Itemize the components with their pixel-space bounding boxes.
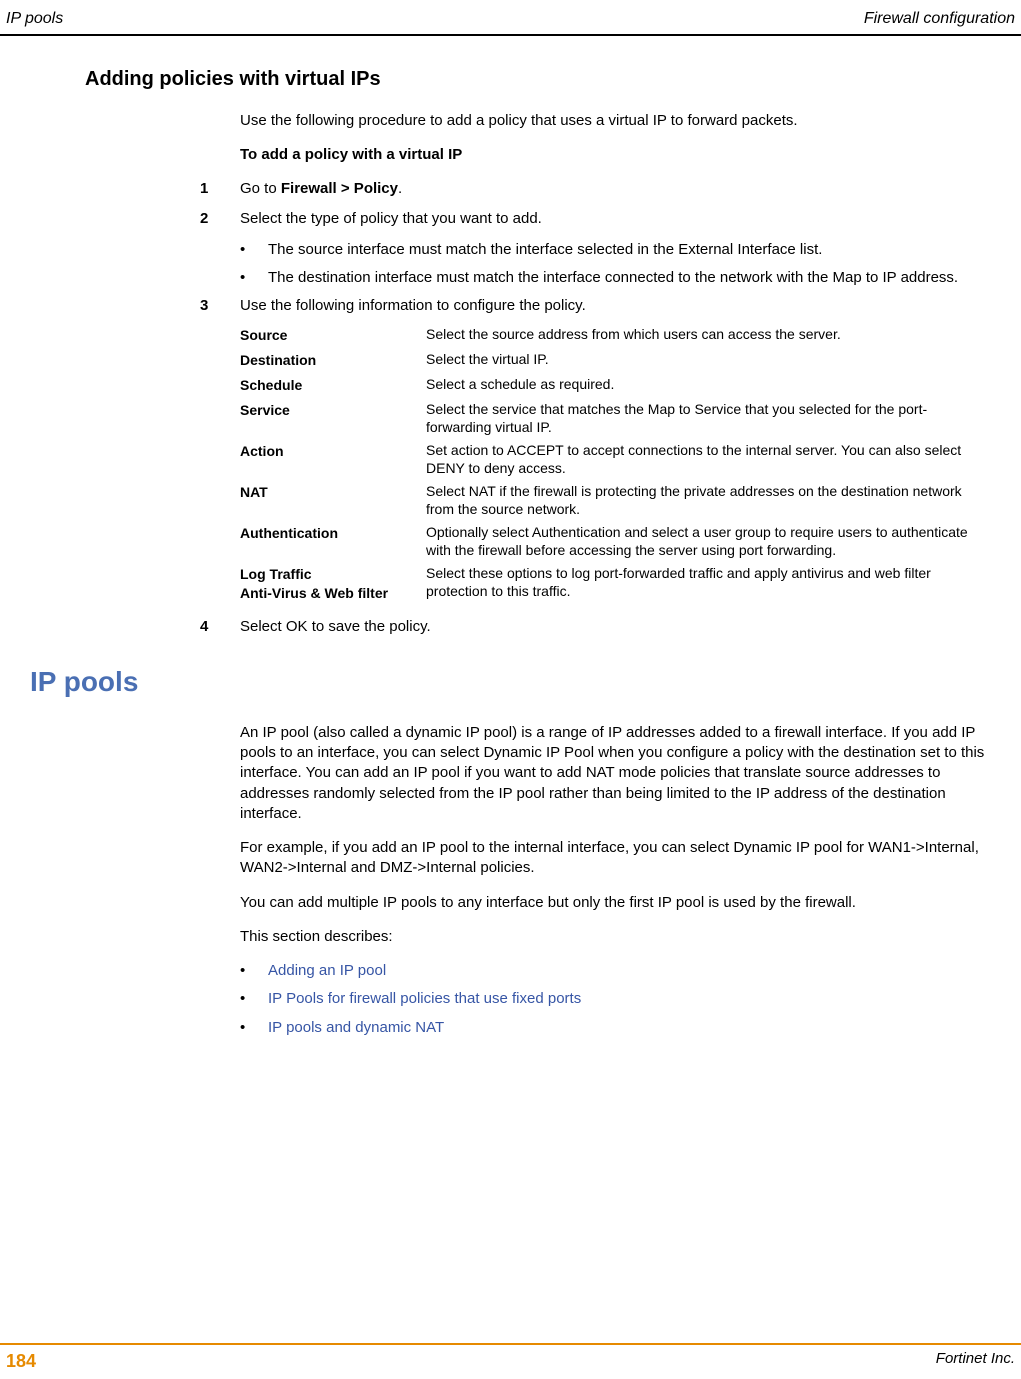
link-bullet: • Adding an IP pool [240, 961, 986, 981]
link-adding-ip-pool[interactable]: Adding an IP pool [268, 961, 386, 981]
term-log-av: Log Traffic Anti-Virus & Web filter [240, 565, 420, 603]
term-authentication: Authentication [240, 524, 420, 559]
procedure-title: To add a policy with a virtual IP [240, 145, 986, 165]
page-number: 184 [6, 1349, 36, 1373]
table-row: Log Traffic Anti-Virus & Web filter Sele… [240, 565, 986, 603]
desc: Select a schedule as required. [426, 376, 614, 395]
term-nat: NAT [240, 483, 420, 518]
term-schedule: Schedule [240, 376, 420, 395]
header-left: IP pools [6, 8, 63, 30]
term-destination: Destination [240, 351, 420, 370]
table-row: NAT Select NAT if the firewall is protec… [240, 483, 986, 518]
table-row: Schedule Select a schedule as required. [240, 376, 986, 395]
desc: Select the service that matches the Map … [426, 401, 986, 436]
bullet-dot: • [240, 961, 268, 981]
term-source: Source [240, 326, 420, 345]
bullet-text: The destination interface must match the… [268, 268, 958, 288]
desc: Select the virtual IP. [426, 351, 549, 370]
menu-path: Firewall > Policy [281, 180, 398, 197]
term-action: Action [240, 442, 420, 477]
bullet-dot: • [240, 1018, 268, 1038]
table-row: Destination Select the virtual IP. [240, 351, 986, 370]
desc: Set action to ACCEPT to accept connectio… [426, 442, 986, 477]
desc: Select these options to log port-forward… [426, 565, 986, 603]
footer-right: Fortinet Inc. [936, 1349, 1015, 1373]
step-number: 4 [200, 617, 240, 637]
bullet-dot: • [240, 240, 268, 260]
term-service: Service [240, 401, 420, 436]
definition-table: Source Select the source address from wh… [240, 326, 986, 602]
step-number: 2 [200, 209, 240, 229]
term-line: Log Traffic [240, 565, 420, 584]
intro-paragraph: Use the following procedure to add a pol… [240, 111, 986, 131]
bullet-dot: • [240, 989, 268, 1009]
page-content: Adding policies with virtual IPs Use the… [0, 36, 1021, 1038]
desc: Select NAT if the firewall is protecting… [426, 483, 986, 518]
desc: Optionally select Authentication and sel… [426, 524, 986, 559]
step-text: Select OK to save the policy. [240, 617, 431, 637]
link-ip-pools-dynamic-nat[interactable]: IP pools and dynamic NAT [268, 1018, 444, 1038]
page-footer: 184 Fortinet Inc. [0, 1343, 1021, 1373]
step-1: 1 Go to Firewall > Policy. [240, 179, 986, 199]
step-number: 1 [200, 179, 240, 199]
header-right: Firewall configuration [864, 8, 1015, 30]
step-text: Go to Firewall > Policy. [240, 179, 402, 199]
paragraph: This section describes: [240, 927, 986, 947]
section-heading-adding-policies: Adding policies with virtual IPs [85, 66, 991, 93]
bullet-dot: • [240, 268, 268, 288]
step-text: Use the following information to configu… [240, 296, 586, 316]
paragraph: For example, if you add an IP pool to th… [240, 838, 986, 879]
desc: Select the source address from which use… [426, 326, 841, 345]
paragraph: An IP pool (also called a dynamic IP poo… [240, 723, 986, 824]
step-number: 3 [200, 296, 240, 316]
link-bullet: • IP pools and dynamic NAT [240, 1018, 986, 1038]
paragraph: You can add multiple IP pools to any int… [240, 893, 986, 913]
step-text-part: . [398, 180, 402, 197]
step-text-part: Go to [240, 180, 281, 197]
page-header: IP pools Firewall configuration [0, 0, 1021, 36]
bullet-text: The source interface must match the inte… [268, 240, 822, 260]
step-3: 3 Use the following information to confi… [240, 296, 986, 316]
step-2: 2 Select the type of policy that you wan… [240, 209, 986, 229]
section-heading-ip-pools: IP pools [30, 663, 991, 701]
sub-bullet: • The source interface must match the in… [240, 240, 986, 260]
step-text: Select the type of policy that you want … [240, 209, 542, 229]
term-line: Anti-Virus & Web filter [240, 584, 420, 603]
table-row: Authentication Optionally select Authent… [240, 524, 986, 559]
link-ip-pools-fixed-ports[interactable]: IP Pools for firewall policies that use … [268, 989, 581, 1009]
step-4: 4 Select OK to save the policy. [240, 617, 986, 637]
link-bullet: • IP Pools for firewall policies that us… [240, 989, 986, 1009]
table-row: Action Set action to ACCEPT to accept co… [240, 442, 986, 477]
table-row: Source Select the source address from wh… [240, 326, 986, 345]
sub-bullet: • The destination interface must match t… [240, 268, 986, 288]
table-row: Service Select the service that matches … [240, 401, 986, 436]
